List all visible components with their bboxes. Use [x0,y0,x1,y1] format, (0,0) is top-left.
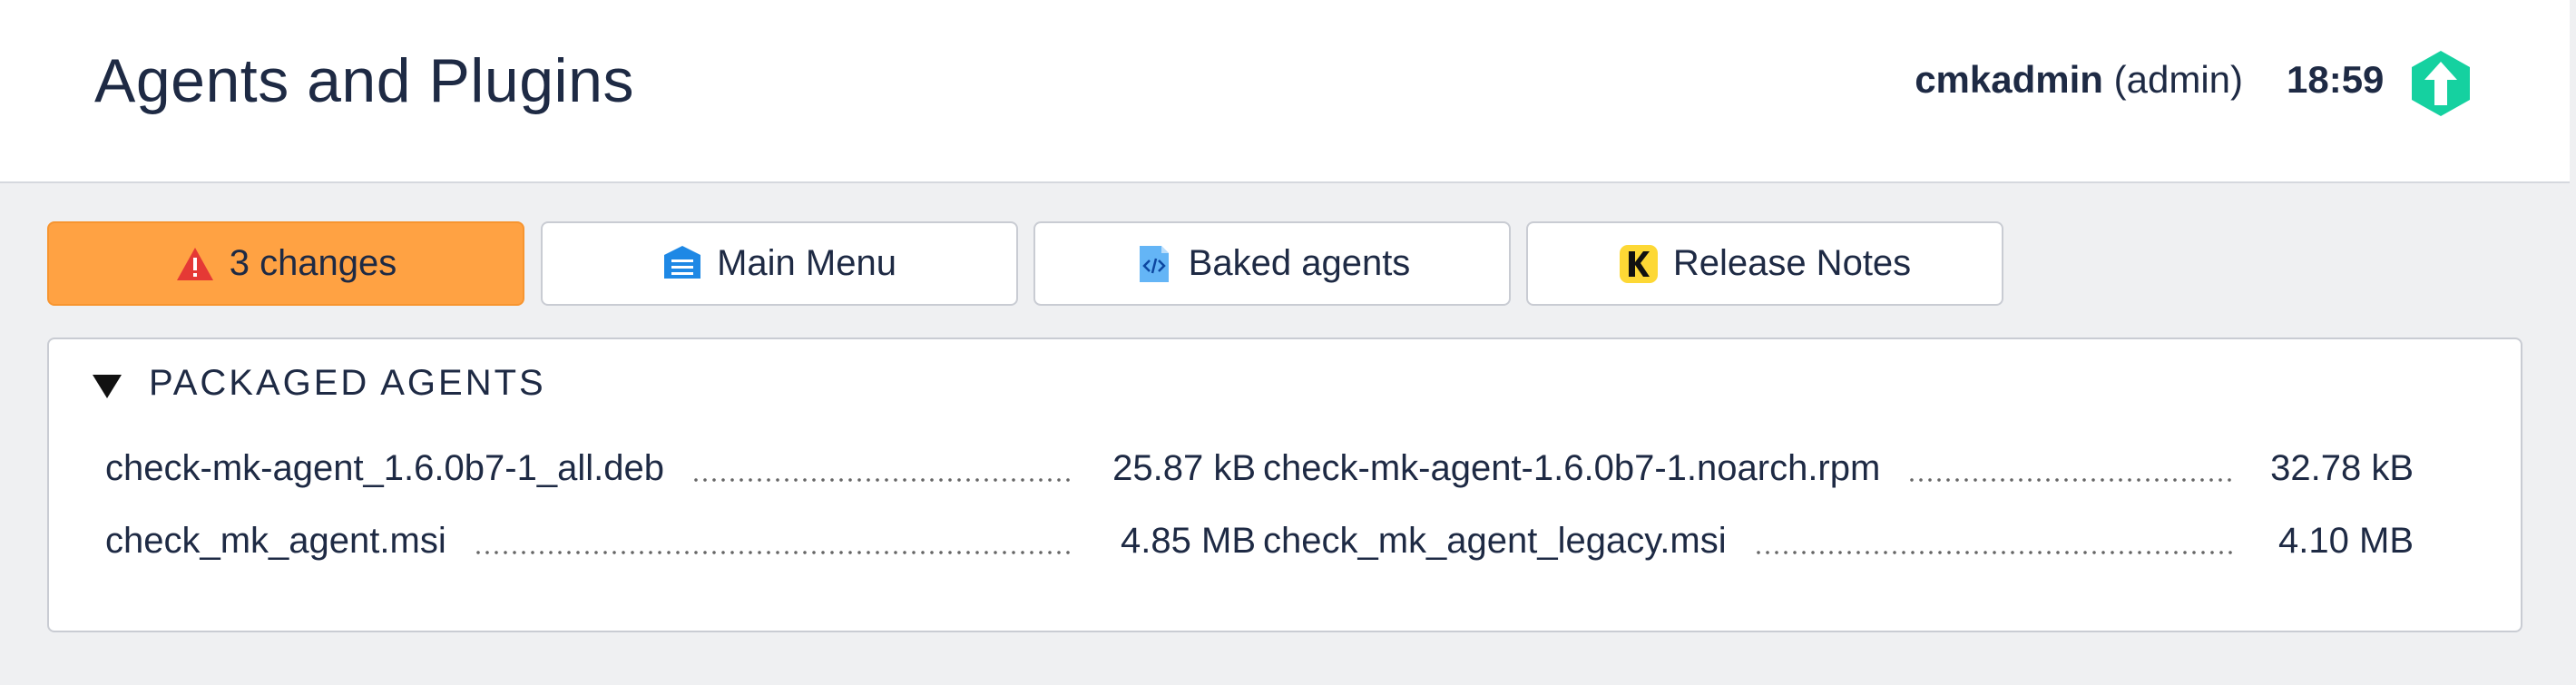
release-notes-icon [1619,244,1658,283]
file-size: 32.78 kB [2270,447,2414,488]
file-row: check-mk-agent-1.6.0b7-1.noarch.rpm 32.7… [1263,441,2414,495]
file-link[interactable]: check_mk_agent.msi [105,521,446,562]
packaged-agents-heading: PACKAGED AGENTS [149,363,546,403]
file-row: check_mk_agent.msi 4.85 MB [105,514,1256,568]
changes-button-label: 3 changes [229,243,397,283]
main-menu-button-label: Main Menu [717,243,896,283]
checkmk-logo-icon[interactable] [2410,49,2472,118]
user-info[interactable]: cmkadmin (admin) [1915,58,2243,102]
baked-agents-button[interactable]: Baked agents [1033,221,1511,306]
collapse-triangle-icon [93,374,122,398]
file-link[interactable]: check_mk_agent_legacy.msi [1263,521,1727,562]
dot-leader [1753,523,2232,559]
user-role: (admin) [2113,58,2243,101]
file-link[interactable]: check-mk-agent-1.6.0b7-1.noarch.rpm [1263,448,1880,489]
file-row: check_mk_agent_legacy.msi 4.10 MB [1263,514,2414,568]
dot-leader [691,450,1074,486]
changes-button[interactable]: 3 changes [47,221,524,306]
main-menu-button[interactable]: Main Menu [541,221,1018,306]
main-menu-icon [664,245,701,279]
release-notes-button[interactable]: Release Notes [1526,221,2003,306]
page-title: Agents and Plugins [94,46,634,115]
code-file-icon [1139,245,1169,282]
file-size: 4.85 MB [1121,520,1256,561]
file-link[interactable]: check-mk-agent_1.6.0b7-1_all.deb [105,448,664,489]
page-header: Agents and Plugins cmkadmin (admin) 18:5… [0,0,2570,183]
dot-leader [1907,450,2232,486]
dot-leader [473,523,1074,559]
warning-icon [176,247,213,280]
packaged-agents-toggle[interactable]: PACKAGED AGENTS [93,363,546,404]
release-notes-button-label: Release Notes [1672,243,1912,283]
file-size: 25.87 kB [1112,447,1256,488]
file-size: 4.10 MB [2278,520,2414,561]
baked-agents-button-label: Baked agents [1188,243,1411,283]
username: cmkadmin [1915,58,2103,101]
packaged-agents-panel: PACKAGED AGENTS check-mk-agent_1.6.0b7-1… [47,338,2522,632]
file-row: check-mk-agent_1.6.0b7-1_all.deb 25.87 k… [105,441,1256,495]
clock: 18:59 [2287,58,2385,101]
